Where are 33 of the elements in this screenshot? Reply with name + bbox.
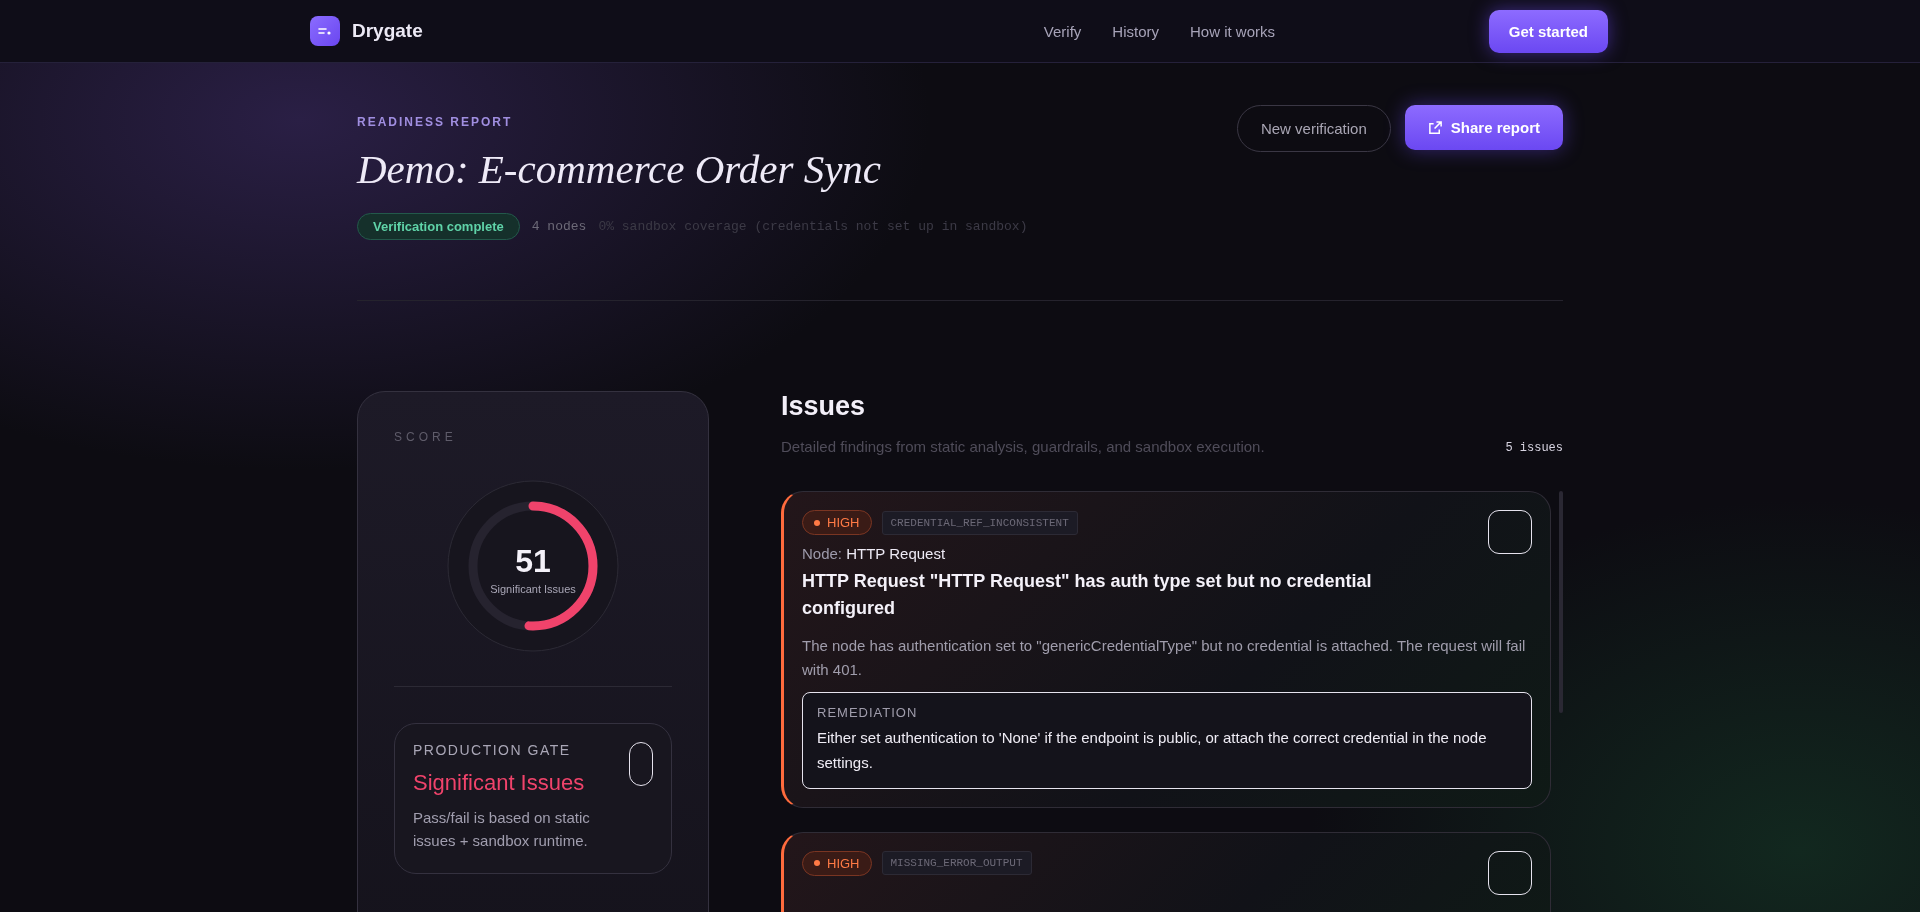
gate-label: PRODUCTION GATE	[413, 742, 572, 758]
score-caption: Significant Issues	[490, 583, 576, 595]
severity-badge: HIGH	[802, 850, 872, 876]
node-line: Node: HTTP Request	[802, 545, 947, 562]
issues-heading: Issues	[781, 391, 867, 422]
gate-verdict: Significant Issues	[413, 770, 586, 796]
logo-icon[interactable]	[310, 16, 340, 46]
brand-name: Drygate	[352, 20, 423, 42]
node-count: 4 nodes	[531, 219, 587, 234]
scrollbar[interactable]	[1559, 491, 1563, 713]
external-link-icon	[1427, 120, 1443, 135]
gate-note: Pass/fail is based on static issues + sandbox runtime.	[413, 808, 591, 852]
score-label: SCORE	[394, 430, 458, 444]
remediation-label: REMEDIATION	[817, 705, 919, 720]
score-value: 51	[515, 543, 551, 579]
square-button[interactable]	[1488, 510, 1532, 554]
share-report-button[interactable]: Share report	[1404, 105, 1563, 150]
issue-code: MISSING_ERROR_OUTPUT	[881, 851, 1032, 875]
get-started-button[interactable]: Get started	[1488, 9, 1608, 53]
issue-headline: HTTP Request "HTTP Request" has auth type set but no credential configured	[802, 570, 1373, 620]
square-button[interactable]	[1488, 850, 1532, 895]
issue-detail: The node has authentication set to "genericCredentialType" but no credential is attached. The request will fail with 401.	[802, 636, 1527, 680]
issue-code: CREDENTIAL_REF_INCONSISTENT	[881, 510, 1078, 535]
nav-link[interactable]: Verify	[1043, 22, 1082, 40]
nav-link[interactable]: History	[1112, 22, 1159, 40]
issue-count: 5 issues	[1505, 441, 1563, 455]
status-badge: Verification complete	[357, 213, 520, 240]
remediation-text: Either set authentication to 'None' if the endpoint is public, or attach the correct credential in the node settings.	[817, 728, 1488, 773]
nav-link[interactable]: How it works	[1190, 22, 1275, 40]
report-title: Demo: E-commerce Order Sync	[357, 145, 883, 193]
severity-badge: HIGH	[802, 510, 872, 535]
issues-subtitle: Detailed findings from static analysis, guardrails, and sandbox execution.	[781, 438, 1265, 455]
report-eyebrow: READINESS REPORT	[357, 115, 514, 129]
